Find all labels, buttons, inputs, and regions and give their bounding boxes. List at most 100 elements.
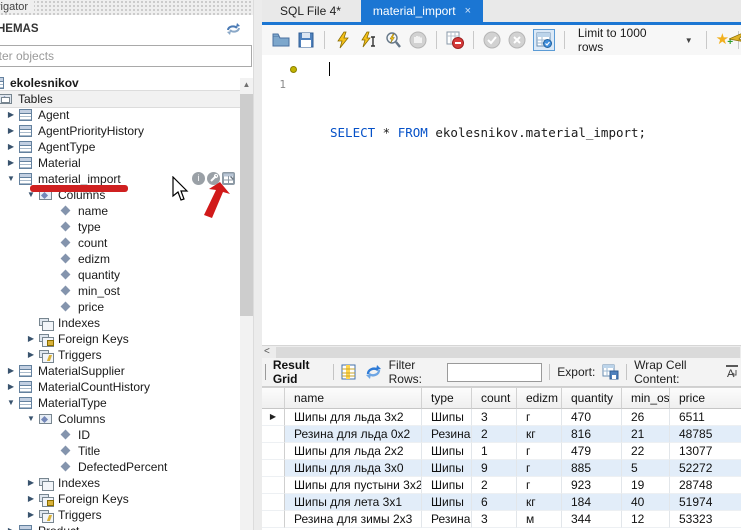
- expand-expand-icon[interactable]: ▶: [24, 331, 38, 347]
- cell[interactable]: 479: [562, 443, 622, 460]
- cell[interactable]: 470: [562, 409, 622, 426]
- cell[interactable]: 1: [472, 443, 517, 460]
- filter-rows-input[interactable]: [447, 363, 542, 382]
- cell[interactable]: Шипы: [422, 477, 472, 494]
- cell[interactable]: г: [517, 443, 562, 460]
- cell[interactable]: 22: [622, 443, 670, 460]
- beautify-icon[interactable]: [729, 29, 741, 49]
- cell[interactable]: 52272: [670, 460, 741, 477]
- expand-expand-icon[interactable]: ▶: [24, 347, 38, 363]
- tree-scrollbar[interactable]: ▲: [240, 78, 253, 530]
- tree-item-quantity[interactable]: quantity: [0, 267, 253, 283]
- sql-code-editor[interactable]: 1 SELECT * FROM ekolesnikov.material_imp…: [262, 55, 741, 345]
- schema-filter-input[interactable]: [0, 45, 252, 67]
- expand-expand-icon[interactable]: ▶: [24, 491, 38, 507]
- row-marker[interactable]: [262, 426, 285, 443]
- cell[interactable]: 26: [622, 409, 670, 426]
- editor-hscrollbar[interactable]: <: [262, 345, 741, 358]
- cell[interactable]: Шипы: [422, 460, 472, 477]
- limit-rows-dropdown[interactable]: Limit to 1000 rows▼: [574, 24, 697, 56]
- cell[interactable]: 19: [622, 477, 670, 494]
- cell[interactable]: 40: [622, 494, 670, 511]
- column-header-name[interactable]: name: [285, 387, 422, 409]
- cell[interactable]: Шипы для льда 2x2: [285, 443, 422, 460]
- tree-item-indexes[interactable]: ▶Indexes: [0, 475, 253, 491]
- explain-icon[interactable]: [384, 31, 402, 49]
- cell[interactable]: 9: [472, 460, 517, 477]
- cell[interactable]: Шипы для пустыни 3x2: [285, 477, 422, 494]
- column-header-price[interactable]: price: [670, 387, 741, 409]
- cell[interactable]: г: [517, 409, 562, 426]
- cell[interactable]: 28748: [670, 477, 741, 494]
- table-row[interactable]: Шипы для льда 2x2Шипы1г4792213077: [262, 443, 741, 460]
- cell[interactable]: Резина для зимы 2x3: [285, 511, 422, 528]
- close-tab-icon[interactable]: ×: [465, 0, 471, 22]
- cell[interactable]: кг: [517, 426, 562, 443]
- table-row[interactable]: Шипы для пустыни 3x2Шипы2г9231928748: [262, 477, 741, 494]
- expand-expand-icon[interactable]: ▶: [24, 507, 38, 523]
- tree-item-agentpriorityhistory[interactable]: ▶AgentPriorityHistory: [0, 123, 253, 139]
- tree-item-materialsupplier[interactable]: ▶MaterialSupplier: [0, 363, 253, 379]
- toggle-autocommit-icon[interactable]: [533, 29, 555, 51]
- cell[interactable]: 12: [622, 511, 670, 528]
- cell[interactable]: 51974: [670, 494, 741, 511]
- cell[interactable]: 21: [622, 426, 670, 443]
- expand-expand-icon[interactable]: ▶: [4, 139, 18, 155]
- tree-item-materialtype[interactable]: ▼MaterialType: [0, 395, 253, 411]
- execute-current-icon[interactable]: [359, 31, 377, 49]
- table-row[interactable]: Шипы для льда 3x0Шипы9г885552272: [262, 460, 741, 477]
- expand-collapse-icon[interactable]: ▼: [4, 171, 18, 187]
- column-header-count[interactable]: count: [472, 387, 517, 409]
- tree-item-triggers[interactable]: ▶Triggers: [0, 507, 253, 523]
- expand-expand-icon[interactable]: ▶: [4, 379, 18, 395]
- tree-item-tables[interactable]: ▼Tables: [0, 91, 253, 107]
- cell[interactable]: 184: [562, 494, 622, 511]
- cell[interactable]: 13077: [670, 443, 741, 460]
- cell[interactable]: 885: [562, 460, 622, 477]
- refresh-results-icon[interactable]: [365, 364, 382, 380]
- cell[interactable]: 53323: [670, 511, 741, 528]
- tree-item-columns[interactable]: ▼Columns: [0, 411, 253, 427]
- open-file-icon[interactable]: [272, 31, 290, 49]
- table-row[interactable]: Шипы для лета 3x1Шипы6кг1844051974: [262, 494, 741, 511]
- cell[interactable]: 3: [472, 409, 517, 426]
- expand-collapse-icon[interactable]: ▼: [24, 411, 38, 427]
- cell[interactable]: 2: [472, 477, 517, 494]
- cell[interactable]: 48785: [670, 426, 741, 443]
- cell[interactable]: 6511: [670, 409, 741, 426]
- tree-item-price[interactable]: price: [0, 299, 253, 315]
- cell[interactable]: Шипы: [422, 443, 472, 460]
- expand-expand-icon[interactable]: ▶: [24, 475, 38, 491]
- cell[interactable]: 3: [472, 511, 517, 528]
- column-header-quantity[interactable]: quantity: [562, 387, 622, 409]
- tree-item-product[interactable]: ▶Product: [0, 523, 253, 530]
- stop-on-error-icon[interactable]: [446, 31, 464, 49]
- expand-expand-icon[interactable]: ▶: [4, 123, 18, 139]
- tree-item-type[interactable]: type: [0, 219, 253, 235]
- cell[interactable]: 6: [472, 494, 517, 511]
- row-marker[interactable]: [262, 443, 285, 460]
- column-header-min_ost[interactable]: min_ost: [622, 387, 670, 409]
- cell[interactable]: кг: [517, 494, 562, 511]
- tree-item-min-ost[interactable]: min_ost: [0, 283, 253, 299]
- table-row[interactable]: Резина для зимы 2x3Резина3м3441253323: [262, 511, 741, 528]
- tree-item-triggers[interactable]: ▶Triggers: [0, 347, 253, 363]
- tree-item-count[interactable]: count: [0, 235, 253, 251]
- cell[interactable]: Резина для льда 0x2: [285, 426, 422, 443]
- cell[interactable]: Шипы для лета 3x1: [285, 494, 422, 511]
- current-row-marker[interactable]: ▶: [262, 409, 285, 426]
- cell[interactable]: г: [517, 460, 562, 477]
- table-row[interactable]: ▶Шипы для льда 3x2Шипы3г470266511: [262, 409, 741, 426]
- expand-expand-icon[interactable]: ▶: [4, 523, 18, 530]
- table-row[interactable]: Резина для льда 0x2Резина2кг8162148785: [262, 426, 741, 443]
- cell[interactable]: 816: [562, 426, 622, 443]
- cell[interactable]: 923: [562, 477, 622, 494]
- cell[interactable]: 2: [472, 426, 517, 443]
- tree-item-agenttype[interactable]: ▶AgentType: [0, 139, 253, 155]
- cell[interactable]: Шипы: [422, 494, 472, 511]
- scroll-left-icon[interactable]: <: [264, 346, 270, 358]
- cell[interactable]: Резина: [422, 426, 472, 443]
- tab-material-import[interactable]: material_import×: [361, 0, 483, 22]
- tree-item-title[interactable]: Title: [0, 443, 253, 459]
- grid-view-icon[interactable]: [341, 364, 358, 380]
